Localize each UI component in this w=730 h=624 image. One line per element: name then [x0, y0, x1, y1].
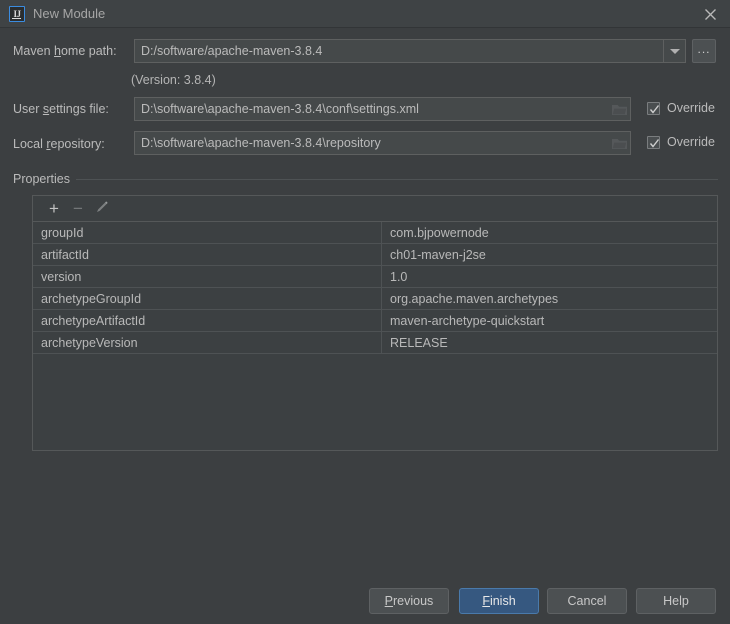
property-key: archetypeArtifactId [33, 309, 382, 332]
properties-section-divider [76, 179, 718, 180]
local-repository-value: D:\software\apache-maven-3.8.4\repositor… [141, 136, 381, 150]
maven-home-path-label: Maven home path: [13, 44, 117, 58]
property-key: archetypeVersion [33, 331, 382, 354]
user-settings-file-label: User settings file: [13, 102, 109, 116]
property-key: groupId [33, 222, 382, 244]
pencil-icon [95, 200, 109, 217]
remove-property-button[interactable]: − [66, 198, 90, 220]
previous-button[interactable]: Previous [369, 588, 449, 614]
property-value: com.bjpowernode [381, 222, 717, 244]
help-button-label: Help [663, 594, 689, 608]
property-value: ch01-maven-j2se [381, 243, 717, 266]
table-row[interactable]: artifactId ch01-maven-j2se [33, 243, 717, 266]
local-repository-override-checkbox[interactable]: Override [647, 135, 715, 149]
property-value: 1.0 [381, 265, 717, 288]
cancel-button-label: Cancel [567, 594, 607, 608]
property-value: maven-archetype-quickstart [381, 309, 717, 332]
local-repository-input[interactable]: D:\software\apache-maven-3.8.4\repositor… [134, 131, 631, 155]
local-repository-folder-icon[interactable] [606, 132, 632, 154]
table-row[interactable]: archetypeGroupId org.apache.maven.archet… [33, 287, 717, 310]
table-row[interactable]: archetypeVersion RELEASE [33, 331, 717, 354]
property-key: artifactId [33, 243, 382, 266]
edit-property-button[interactable] [90, 198, 114, 220]
property-key: version [33, 265, 382, 288]
finish-button-label: Finish [482, 594, 516, 608]
maven-home-browse-button[interactable]: ... [692, 39, 716, 63]
table-row[interactable]: version 1.0 [33, 265, 717, 288]
plus-icon: + [49, 199, 59, 218]
property-value: org.apache.maven.archetypes [381, 287, 717, 310]
maven-version-note: (Version: 3.8.4) [131, 73, 216, 87]
properties-section-label: Properties [13, 172, 76, 186]
checkbox-checked-icon [647, 135, 660, 149]
user-settings-folder-icon[interactable] [606, 98, 632, 120]
add-property-button[interactable]: + [42, 198, 66, 220]
user-settings-override-checkbox[interactable]: Override [647, 101, 715, 115]
chevron-down-icon [669, 48, 680, 54]
user-settings-file-value: D:\software\apache-maven-3.8.4\conf\sett… [141, 102, 419, 116]
close-icon[interactable] [699, 4, 721, 24]
maven-home-path-input[interactable]: D:/software/apache-maven-3.8.4 [134, 39, 664, 63]
local-repository-label: Local repository: [13, 137, 105, 151]
properties-toolbar: + − [33, 196, 717, 222]
maven-home-path-dropdown-button[interactable] [663, 39, 686, 63]
properties-table: groupId com.bjpowernode artifactId ch01-… [33, 222, 717, 354]
property-key: archetypeGroupId [33, 287, 382, 310]
local-repository-override-label: Override [667, 135, 715, 149]
intellij-idea-icon: IJ [9, 6, 25, 22]
maven-home-path-value: D:/software/apache-maven-3.8.4 [141, 44, 323, 58]
finish-button[interactable]: Finish [459, 588, 539, 614]
table-row[interactable]: groupId com.bjpowernode [33, 222, 717, 244]
user-settings-file-input[interactable]: D:\software\apache-maven-3.8.4\conf\sett… [134, 97, 631, 121]
help-button[interactable]: Help [636, 588, 716, 614]
properties-table-panel: + − groupId com.bjpowernode artifactId c… [32, 195, 718, 451]
user-settings-override-label: Override [667, 101, 715, 115]
table-row[interactable]: archetypeArtifactId maven-archetype-quic… [33, 309, 717, 332]
dialog-titlebar: IJ New Module [0, 0, 730, 28]
property-value: RELEASE [381, 331, 717, 354]
minus-icon: − [73, 199, 83, 218]
cancel-button[interactable]: Cancel [547, 588, 627, 614]
properties-table-body: groupId com.bjpowernode artifactId ch01-… [33, 222, 717, 354]
dialog-title: New Module [33, 6, 106, 21]
previous-button-label: Previous [384, 594, 434, 608]
checkbox-checked-icon [647, 101, 660, 115]
